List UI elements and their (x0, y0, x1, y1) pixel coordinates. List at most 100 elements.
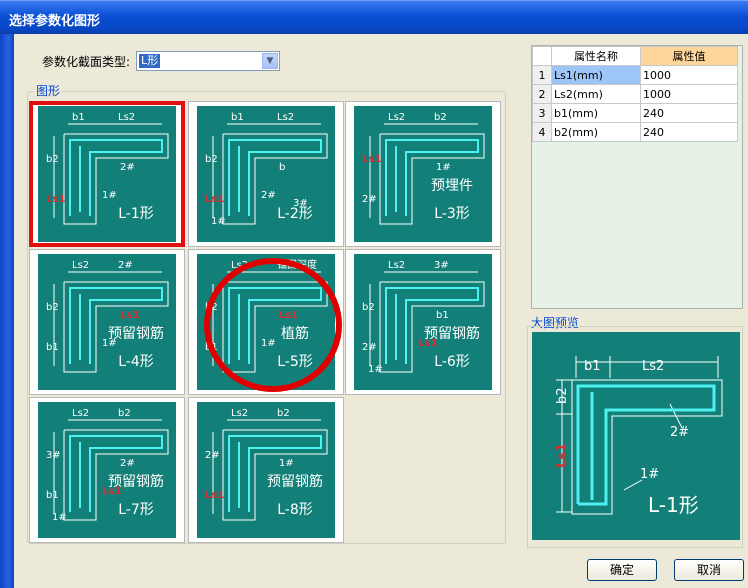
shape-l-2-dim-4: b (279, 162, 285, 173)
shape-l-4-dim-0: Ls2 (72, 260, 89, 271)
shape-l-8-dim-0: Ls2 (231, 408, 248, 419)
property-table: 属性名称 属性值 1 Ls1(mm) 1000 2 Ls2(mm) 1000 3 b1(mm)… (532, 46, 738, 142)
shape-l-1-dim-5: 1# (102, 190, 117, 201)
section-type-select[interactable]: L形 ▼ (136, 51, 280, 71)
shape-l-7-dim-2: 3# (46, 450, 61, 461)
property-name: b1(mm) (551, 103, 641, 123)
shape-caption-l-6: 预留钢筋 (424, 325, 480, 342)
shape-l-2-dim-3: Ls1 (205, 194, 224, 205)
shapes-group-label: 图形 (34, 82, 63, 99)
property-row[interactable]: 3 b1(mm) 240 (532, 103, 738, 123)
shape-l-2-dim-6: 1# (211, 216, 226, 227)
shape-caption-l-5: 植筋 (281, 325, 309, 342)
shape-l-7-dim-6: 1# (52, 512, 67, 523)
window-title: 选择参数化图形 (9, 14, 101, 29)
preview-dim-b1: b1 (584, 359, 601, 374)
property-name: Ls2(mm) (551, 84, 641, 104)
property-name: b2(mm) (551, 122, 641, 142)
property-row-number: 1 (532, 65, 552, 85)
shape-l-5-dim-3: b1 (205, 342, 218, 353)
shape-l-8-dim-3: Ls1 (205, 490, 224, 501)
shape-l-8-dim-2: 2# (205, 450, 220, 461)
preview-dim-ls2: Ls2 (642, 359, 664, 374)
ok-button[interactable]: 确定 (587, 559, 657, 581)
shape-caption-l-7: 预留钢筋 (108, 473, 164, 490)
shape-name-l-7: L-7形 (118, 502, 154, 518)
preview-dim-b2: b2 (555, 387, 570, 404)
section-type-label: 参数化截面类型: (42, 55, 131, 69)
shape-l-4-dim-4: Ls1 (120, 310, 139, 321)
shape-l-7-dim-3: b1 (46, 490, 59, 501)
preview-mark-1: 1# (640, 467, 659, 482)
shape-name-l-6: L-6形 (434, 354, 470, 370)
preview-image: b1 Ls2 b2 Ls1 2# 1# L-1形 (532, 332, 740, 540)
shape-l-3-dim-4: 1# (436, 162, 451, 173)
shape-tile-l-5[interactable]: Ls2 锚固深度 b2 b1 Ls1 1# 植筋 L-5形 (188, 249, 344, 395)
shape-tile-l-4[interactable]: Ls2 2# b2 b1 Ls1 1# 预留钢筋 L-4形 (29, 249, 185, 395)
shape-l-5-dim-5: 1# (261, 338, 276, 349)
property-row-number: 3 (532, 103, 552, 123)
shape-l-8-dim-1: b2 (277, 408, 290, 419)
property-row[interactable]: 2 Ls2(mm) 1000 (532, 84, 738, 104)
property-value[interactable]: 1000 (640, 65, 738, 85)
shape-l-6-dim-2: b2 (362, 302, 375, 313)
shape-l-3-dim-2: Ls1 (362, 154, 381, 165)
shape-l-6-dim-0: Ls2 (388, 260, 405, 271)
shape-l-2-dim-0: b1 (231, 112, 244, 123)
shape-l-3-dim-3: 2# (362, 194, 377, 205)
title-bar[interactable]: 选择参数化图形 (0, 0, 748, 34)
property-value[interactable]: 240 (640, 122, 738, 142)
shape-l-1-dim-0: b1 (72, 112, 85, 123)
property-row-number: 2 (532, 84, 552, 104)
shape-l-6-dim-4: b1 (436, 310, 449, 321)
shape-l-3-dim-1: b2 (434, 112, 447, 123)
shape-drawing-l-8: Ls2 b2 2# Ls1 1# 预留钢筋 L-8形 (197, 402, 335, 538)
shape-l-5-dim-4: Ls1 (279, 310, 298, 321)
shape-drawing-l-5: Ls2 锚固深度 b2 b1 Ls1 1# 植筋 L-5形 (197, 254, 335, 390)
shape-tile-l-3[interactable]: Ls2 b2 Ls1 2# 1# 预埋件 L-3形 (345, 101, 501, 247)
property-grid[interactable]: 属性名称 属性值 1 Ls1(mm) 1000 2 Ls2(mm) 1000 3 b1(mm)… (531, 45, 743, 309)
shape-drawing-l-3: Ls2 b2 Ls1 2# 1# 预埋件 L-3形 (354, 106, 492, 242)
preview-dim-ls1: Ls1 (555, 443, 570, 468)
shape-name-l-8: L-8形 (277, 502, 313, 518)
shape-l-4-dim-2: b2 (46, 302, 59, 313)
shape-drawing-l-4: Ls2 2#b2b1Ls11#预留钢筋L-4形 (38, 254, 176, 390)
shape-drawing-l-1: b1 Ls2 b2 Ls1 2# 1#L-1形 (38, 106, 176, 242)
shape-l-1-dim-1: Ls2 (118, 112, 135, 123)
property-value[interactable]: 1000 (640, 84, 738, 104)
chevron-down-icon[interactable]: ▼ (262, 53, 278, 69)
property-row[interactable]: 1 Ls1(mm) 1000 (532, 65, 738, 85)
property-value-header: 属性值 (640, 46, 738, 66)
shape-l-1-dim-2: b2 (46, 154, 59, 165)
shape-l-6-dim-6: 1# (368, 364, 383, 375)
shape-l-1-dim-4: 2# (120, 162, 135, 173)
property-name-header: 属性名称 (551, 46, 641, 66)
shape-l-2-dim-1: Ls2 (277, 112, 294, 123)
shape-l-5-dim-0: Ls2 (231, 260, 248, 271)
section-type-value: L形 (139, 54, 161, 68)
cancel-button[interactable]: 取消 (674, 559, 744, 581)
shape-l-3-dim-0: Ls2 (388, 112, 405, 123)
shape-tile-l-7[interactable]: Ls2 b2 3# b1 2# Ls1 1# 预留钢筋 L-7形 (29, 397, 185, 543)
property-value[interactable]: 240 (640, 103, 738, 123)
shape-l-7-dim-4: 2# (120, 458, 135, 469)
shape-tile-l-1[interactable]: b1 Ls2 b2 Ls1 2# 1# L-1形 (29, 101, 185, 247)
preview-drawing: b1 Ls2 b2 Ls1 2# 1# L-1形 (555, 356, 723, 517)
property-row-number: 4 (532, 122, 552, 142)
shape-tile-l-8[interactable]: Ls2 b2 2# Ls1 1# 预留钢筋 L-8形 (188, 397, 344, 543)
property-name: Ls1(mm) (551, 65, 641, 85)
shape-l-5-dim-2: b2 (205, 302, 218, 313)
shape-drawing-l-7: Ls2 b23#b12#Ls11#预留钢筋L-7形 (38, 402, 176, 538)
shape-tile-l-6[interactable]: Ls2 3# b2 2# b1 Ls1 1# 预留钢筋 L-6形 (345, 249, 501, 395)
shape-l-2-dim-2: b2 (205, 154, 218, 165)
shape-l-6-dim-1: 3# (434, 260, 449, 271)
shape-l-5-dim-1: 锚固深度 (277, 258, 317, 271)
shape-tile-l-2[interactable]: b1 Ls2 b2 Ls1 b 2# 1# 3# L-2形 (188, 101, 344, 247)
shape-name-l-1: L-1形 (118, 206, 154, 222)
left-window-edge (0, 34, 14, 588)
row-number-header (532, 46, 552, 66)
shape-drawing-l-6: Ls2 3#b22#b1Ls11#预留钢筋L-6形 (354, 254, 492, 390)
property-row[interactable]: 4 b2(mm) 240 (532, 122, 738, 142)
preview-mark-2: 2# (670, 425, 689, 440)
shape-name-l-4: L-4形 (118, 354, 154, 370)
